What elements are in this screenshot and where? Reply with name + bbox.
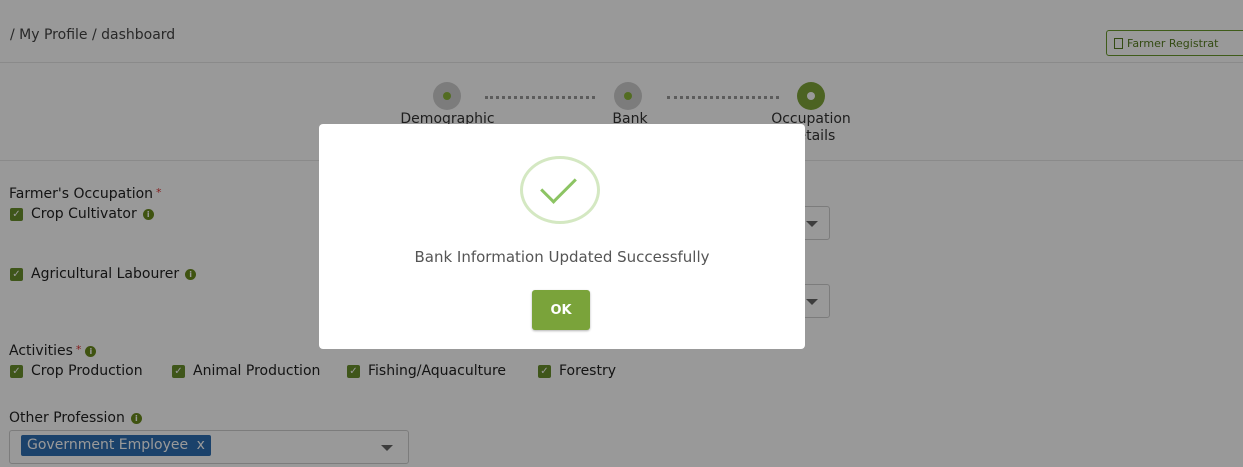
ok-button[interactable]: OK	[532, 290, 590, 330]
success-check-icon	[520, 156, 600, 224]
success-dialog: Bank Information Updated Successfully OK	[319, 124, 805, 349]
success-message: Bank Information Updated Successfully	[414, 248, 710, 266]
